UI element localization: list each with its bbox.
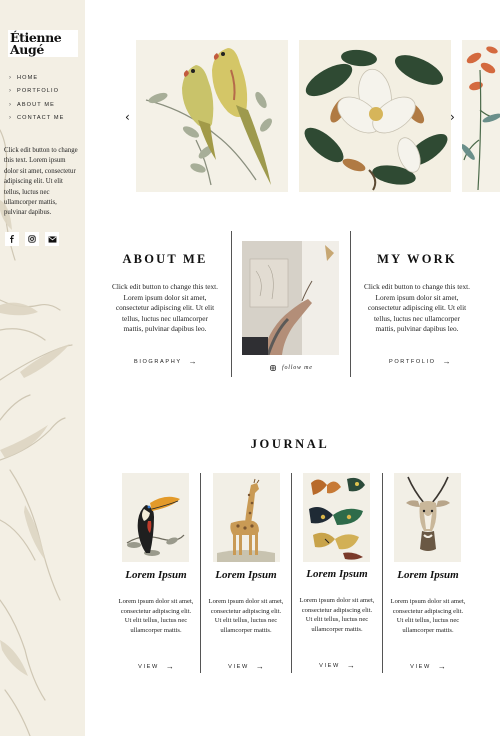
nav-item-label: ABOUT ME — [17, 101, 55, 108]
nav-item-label: CONTACT ME — [17, 115, 65, 122]
card-title[interactable]: Lorem Ipsum — [207, 569, 285, 581]
divider — [291, 473, 292, 673]
facebook-icon — [10, 235, 14, 243]
biography-label: BIOGRAPHY — [134, 358, 182, 365]
divider — [231, 231, 232, 377]
slide-parrots[interactable] — [136, 40, 288, 192]
nav-item-portfolio[interactable]: › PORTFOLIO — [9, 85, 64, 99]
view-button[interactable]: VIEW → — [389, 662, 467, 671]
portfolio-button[interactable]: PORTFOLIO → — [389, 357, 451, 366]
card-text: Lorem ipsum dolor sit amet, consectetur … — [299, 597, 375, 633]
sidebar: Étienne Augé › HOME › PORTFOLIO › ABOUT ME … — [0, 0, 85, 736]
divider — [200, 473, 201, 673]
giraffe-illustration — [217, 478, 275, 562]
follow-me-link[interactable]: follow me — [270, 365, 313, 371]
artist-photo — [242, 241, 339, 355]
card-title[interactable]: Lorem Ipsum — [389, 569, 467, 581]
main-nav: › HOME › PORTFOLIO › ABOUT ME › CONTACT ME — [9, 71, 64, 125]
nav-item-label: PORTFOLIO — [17, 88, 60, 95]
about-text: Click edit button to change this text. L… — [112, 282, 218, 334]
portfolio-label: PORTFOLIO — [389, 358, 436, 365]
slide-magnolia[interactable] — [299, 40, 451, 192]
lily-illustration — [462, 46, 500, 191]
card-title[interactable]: Lorem Ipsum — [117, 569, 195, 581]
artist-painting-image — [242, 241, 339, 355]
card-title[interactable]: Lorem Ipsum — [298, 568, 376, 580]
facebook-link[interactable] — [5, 232, 19, 246]
arrow-right-icon: → — [437, 662, 446, 671]
chevron-right-icon: › — [9, 115, 11, 122]
arrow-right-icon: → — [165, 662, 174, 671]
biography-button[interactable]: BIOGRAPHY → — [134, 357, 197, 366]
journal-title: JOURNAL — [250, 437, 330, 451]
view-button[interactable]: VIEW → — [117, 662, 195, 671]
view-label: VIEW — [138, 663, 159, 670]
social-links — [5, 232, 59, 246]
slider-prev-button[interactable]: ‹ — [125, 110, 130, 124]
work-title: MY WORK — [377, 252, 457, 266]
arrow-right-icon: → — [442, 357, 451, 366]
card-text: Lorem ipsum dolor sit amet, consectetur … — [390, 598, 466, 634]
site-logo[interactable]: Étienne Augé — [8, 30, 78, 57]
arrow-right-icon: → — [346, 661, 355, 670]
card-image-butterflies[interactable] — [303, 473, 370, 562]
view-button[interactable]: VIEW → — [207, 662, 285, 671]
arrow-right-icon: → — [255, 662, 264, 671]
slide-lily[interactable] — [462, 40, 500, 192]
nav-item-contact-me[interactable]: › CONTACT ME — [9, 112, 64, 126]
card-image-giraffe[interactable] — [213, 473, 280, 562]
view-button[interactable]: VIEW → — [298, 661, 376, 670]
divider — [382, 473, 383, 673]
antelope-illustration — [406, 476, 450, 551]
chevron-right-icon: › — [9, 101, 11, 108]
instagram-icon — [28, 235, 36, 243]
instagram-icon — [270, 365, 276, 371]
view-label: VIEW — [410, 663, 431, 670]
toucan-illustration — [126, 496, 185, 556]
nav-item-label: HOME — [17, 74, 39, 81]
card-image-antelope[interactable] — [394, 473, 461, 562]
view-label: VIEW — [228, 663, 249, 670]
chevron-right-icon: › — [9, 88, 11, 95]
nav-item-about-me[interactable]: › ABOUT ME — [9, 98, 64, 112]
instagram-link[interactable] — [25, 232, 39, 246]
mail-link[interactable] — [45, 232, 59, 246]
arrow-right-icon: → — [188, 357, 197, 366]
parrots-illustration — [145, 48, 272, 186]
follow-me-label: follow me — [282, 365, 313, 371]
nav-item-home[interactable]: › HOME — [9, 71, 64, 85]
card-text: Lorem ipsum dolor sit amet, consectetur … — [208, 598, 284, 634]
image-slider: ‹ › — [120, 38, 500, 194]
chevron-right-icon: › — [9, 74, 11, 81]
slider-next-button[interactable]: › — [450, 110, 455, 124]
card-text: Lorem ipsum dolor sit amet, consectetur … — [118, 598, 194, 634]
card-image-toucan[interactable] — [122, 473, 189, 562]
about-title: ABOUT ME — [122, 252, 208, 266]
view-label: VIEW — [319, 662, 340, 669]
sidebar-text: Click edit button to change this text. L… — [4, 147, 78, 217]
divider — [350, 231, 351, 377]
butterflies-illustration — [309, 477, 365, 560]
mail-icon — [48, 235, 56, 243]
work-text: Click edit button to change this text. L… — [364, 282, 470, 334]
magnolia-illustration — [304, 49, 448, 191]
logo-line-2: Augé — [10, 42, 44, 57]
